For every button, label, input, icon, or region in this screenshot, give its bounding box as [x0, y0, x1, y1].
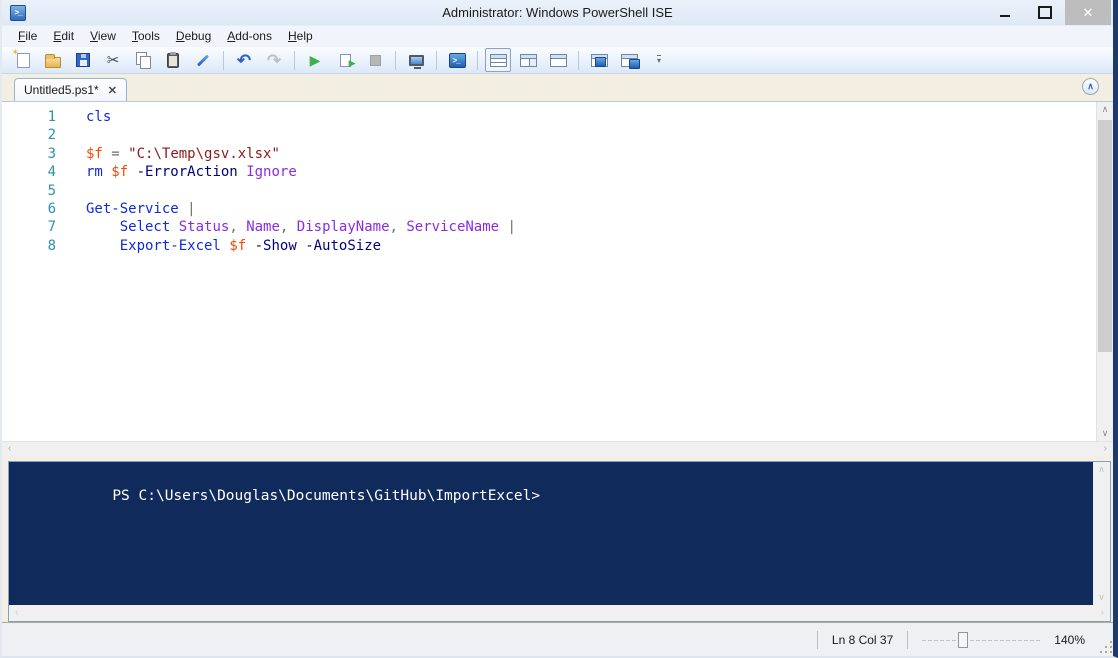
scrollbar-thumb[interactable] [1098, 120, 1112, 352]
save-script-icon[interactable] [70, 48, 96, 72]
zoom-slider-track [922, 640, 1040, 641]
toolbar-separator [223, 51, 224, 70]
window-title: Administrator: Windows PowerShell ISE [2, 5, 1113, 20]
zoom-slider-thumb[interactable] [958, 632, 968, 648]
toolbar-separator [294, 51, 295, 70]
powershell-ise-window: Administrator: Windows PowerShell ISE ✕ … [0, 0, 1118, 658]
show-script-pane-maximized-icon[interactable] [545, 48, 571, 72]
close-button[interactable]: ✕ [1065, 0, 1111, 25]
cut-icon[interactable]: ✂ [100, 48, 126, 72]
new-powershell-tab-icon[interactable] [586, 48, 612, 72]
title-bar: Administrator: Windows PowerShell ISE ✕ [2, 0, 1113, 26]
zoom-level: 140% [1054, 633, 1085, 647]
status-separator [817, 631, 818, 649]
run-selection-icon[interactable] [332, 48, 358, 72]
tab-label: Untitled5.ps1* [24, 83, 99, 97]
scroll-left-icon[interactable]: ‹ [8, 443, 11, 454]
menu-addons[interactable]: Add-ons [219, 27, 280, 45]
stop-operation-icon[interactable] [362, 48, 388, 72]
console-vertical-scrollbar[interactable]: ∧ ∨ [1093, 462, 1110, 605]
show-command-window-icon[interactable] [616, 48, 642, 72]
tab-untitled5[interactable]: Untitled5.ps1* ✕ [14, 78, 127, 101]
menu-tools[interactable]: Tools [124, 27, 168, 45]
open-script-icon[interactable] [40, 48, 66, 72]
toolbar-separator [395, 51, 396, 70]
start-powershell-exe-icon[interactable] [444, 48, 470, 72]
scroll-right-icon[interactable]: › [1104, 443, 1107, 454]
menu-edit[interactable]: Edit [45, 27, 82, 45]
show-script-pane-right-icon[interactable] [515, 48, 541, 72]
collapse-script-pane-icon[interactable]: ∧ [1082, 78, 1099, 95]
scroll-up-icon[interactable]: ∧ [1093, 464, 1110, 475]
scroll-up-icon[interactable]: ∧ [1097, 104, 1113, 115]
scroll-right-icon[interactable]: › [1101, 607, 1104, 618]
editor-vertical-scrollbar[interactable]: ∧ ∨ [1096, 102, 1113, 441]
scroll-down-icon[interactable]: ∨ [1097, 428, 1113, 439]
cursor-position: Ln 8 Col 37 [832, 633, 893, 647]
tab-close-icon[interactable]: ✕ [108, 84, 117, 97]
console-output[interactable]: PS C:\Users\Douglas\Documents\GitHub\Imp… [9, 462, 1093, 605]
resize-grip-icon[interactable] [1105, 646, 1107, 648]
scroll-left-icon[interactable]: ‹ [15, 607, 18, 618]
undo-icon[interactable]: ↶ [231, 48, 257, 72]
new-remote-powershell-tab-icon[interactable] [403, 48, 429, 72]
clear-console-pane-icon[interactable] [190, 48, 216, 72]
toolbar-overflow-icon[interactable]: ▾ [646, 48, 672, 72]
menu-bar: File Edit View Tools Debug Add-ons Help [2, 26, 1113, 47]
tab-strip: Untitled5.ps1* ✕ ∧ [2, 74, 1113, 101]
toolbar: ✂ ↶ ↷ ▶ ▾ [2, 47, 1113, 74]
status-separator [907, 631, 908, 649]
menu-debug[interactable]: Debug [168, 27, 219, 45]
new-script-icon[interactable] [10, 48, 36, 72]
minimize-button[interactable] [985, 0, 1025, 25]
toolbar-separator [477, 51, 478, 70]
menu-help[interactable]: Help [280, 27, 321, 45]
menu-view[interactable]: View [82, 27, 124, 45]
copy-icon[interactable] [130, 48, 156, 72]
console-prompt: PS C:\Users\Douglas\Documents\GitHub\Imp… [112, 488, 540, 504]
editor-lines[interactable]: 1cls23$f = "C:\Temp\gsv.xlsx"4rm $f -Err… [2, 102, 1096, 441]
maximize-button[interactable] [1025, 0, 1065, 25]
editor-horizontal-scrollbar[interactable]: ‹ › [2, 441, 1113, 456]
menu-file[interactable]: File [10, 27, 45, 45]
script-pane: 1cls23$f = "C:\Temp\gsv.xlsx"4rm $f -Err… [2, 101, 1113, 456]
redo-icon[interactable]: ↷ [261, 48, 287, 72]
run-script-icon[interactable]: ▶ [302, 48, 328, 72]
show-script-pane-top-icon[interactable] [485, 48, 511, 72]
toolbar-separator [578, 51, 579, 70]
console-horizontal-scrollbar[interactable]: ‹ › [9, 605, 1110, 621]
toolbar-separator [436, 51, 437, 70]
console-pane: PS C:\Users\Douglas\Documents\GitHub\Imp… [2, 460, 1113, 622]
scroll-down-icon[interactable]: ∨ [1093, 592, 1110, 603]
zoom-slider[interactable] [922, 632, 1040, 648]
paste-icon[interactable] [160, 48, 186, 72]
status-bar: Ln 8 Col 37 140% [2, 622, 1113, 656]
